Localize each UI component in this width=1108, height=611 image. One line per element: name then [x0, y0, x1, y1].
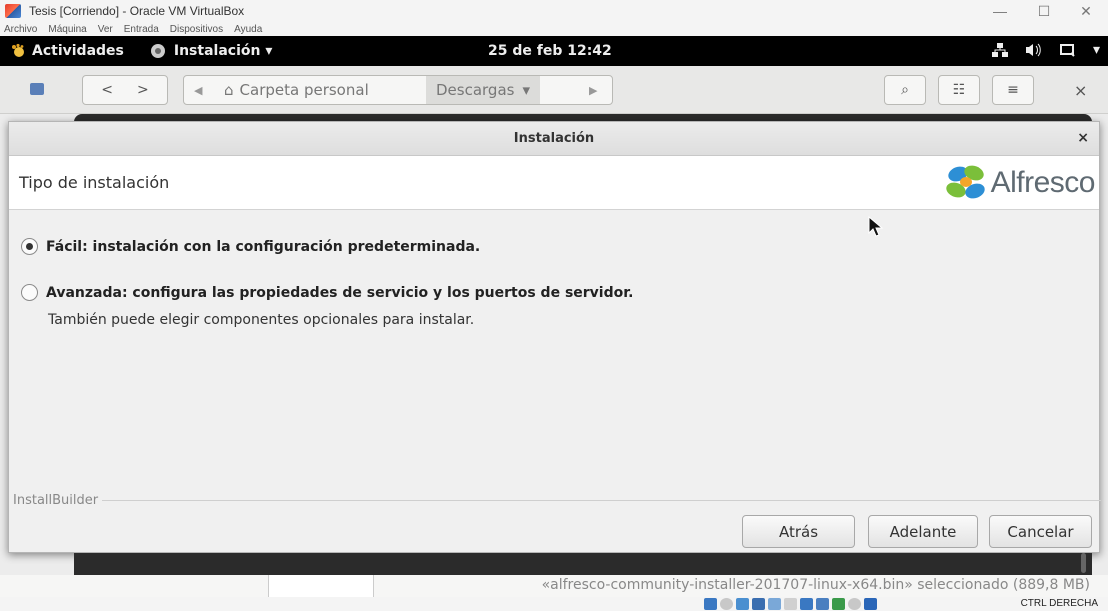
radio-selected-dot [26, 243, 33, 250]
installer-app-icon [150, 44, 165, 58]
close-window-icon[interactable]: ✕ [1066, 0, 1106, 22]
audio-icon[interactable] [736, 598, 749, 610]
virtualbox-titlebar: Tesis [Corriendo] - Oracle VM VirtualBox… [0, 0, 1108, 22]
maximize-icon[interactable]: ☐ [1024, 0, 1064, 22]
keyboard-capture-icon[interactable] [864, 598, 877, 610]
list-view-icon: ☷ [952, 82, 966, 98]
usb-icon[interactable] [768, 598, 781, 610]
virtualbox-menubar: Archivo Máquina Ver Entrada Dispositivos… [0, 22, 1108, 36]
tray-chevron-down-icon: ▾ [1092, 42, 1100, 58]
device-icons[interactable] [704, 598, 877, 610]
optical-drive-icon[interactable] [720, 598, 733, 610]
file-manager-icon [30, 83, 44, 95]
crumb-chevron-down-icon: ▾ [522, 81, 530, 99]
menu-archivo[interactable]: Archivo [4, 24, 37, 35]
display-icon[interactable] [800, 598, 813, 610]
search-button[interactable]: ⌕ [884, 75, 926, 105]
installer-dialog: Instalación × Tipo de instalación Alfres… [8, 121, 1101, 553]
page-title: Tipo de instalación [19, 173, 170, 192]
gnome-top-bar: Actividades Instalación ▾ 25 de feb 12:4… [0, 36, 1108, 66]
background-window-lower [74, 553, 1092, 575]
menu-dispositivos[interactable]: Dispositivos [170, 24, 223, 35]
path-left-icon[interactable]: ◀ [194, 84, 202, 97]
network-adapter-icon[interactable] [752, 598, 765, 610]
cancel-button[interactable]: Cancelar [989, 515, 1092, 548]
recording-icon[interactable] [816, 598, 829, 610]
forward-arrow-icon[interactable]: > [137, 82, 149, 98]
sidebar-edge [268, 575, 374, 597]
crumb-home[interactable]: ⌂ Carpeta personal [214, 75, 379, 105]
dialog-close-icon[interactable]: × [1077, 130, 1089, 146]
crumb-current[interactable]: Descargas ▾ [426, 76, 540, 104]
advanced-note: También puede elegir componentes opciona… [48, 312, 475, 328]
option-advanced[interactable]: Avanzada: configura las propiedades de s… [21, 284, 633, 301]
clock[interactable]: 25 de feb 12:42 [488, 43, 612, 59]
file-manager-toolbar: < > ◀ ⌂ Carpeta personal Descargas ▾ ▶ ⌕… [0, 66, 1108, 114]
virtualbox-statusbar: CTRL DERECHA [0, 597, 1108, 611]
activities-label: Actividades [32, 43, 124, 59]
option-advanced-label[interactable]: Avanzada: configura las propiedades de s… [46, 285, 633, 301]
alfresco-flower-icon [945, 165, 985, 199]
dialog-titlebar: Instalación × [9, 122, 1099, 156]
installbuilder-footer: InstallBuilder [9, 493, 1101, 508]
option-easy[interactable]: Fácil: instalación con la configuración … [21, 238, 480, 255]
system-tray[interactable]: ▾ [991, 42, 1100, 58]
view-toggle-button[interactable]: ☷ [938, 75, 980, 105]
footer-divider [102, 500, 1101, 501]
mouse-cursor-icon [868, 216, 884, 237]
radio-easy[interactable] [21, 238, 38, 255]
menu-maquina[interactable]: Máquina [48, 24, 86, 35]
file-manager-statusbar: «alfresco-community-installer-201707-lin… [0, 575, 1108, 597]
power-menu-icon [1059, 44, 1075, 57]
menu-ayuda[interactable]: Ayuda [234, 24, 262, 35]
host-key-label: CTRL DERECHA [1020, 598, 1098, 609]
app-menu[interactable]: Instalación ▾ [150, 43, 272, 59]
menu-entrada[interactable]: Entrada [124, 24, 159, 35]
menu-button[interactable]: ≡ [992, 75, 1034, 105]
cpu-icon[interactable] [832, 598, 845, 610]
close-x-icon[interactable]: × [1074, 81, 1087, 100]
gnome-foot-icon [12, 43, 24, 57]
search-icon: ⌕ [901, 82, 909, 98]
dialog-header: Tipo de instalación Alfresco [9, 156, 1099, 210]
next-button[interactable]: Adelante [868, 515, 978, 548]
back-arrow-icon[interactable]: < [101, 82, 113, 98]
path-right-icon[interactable]: ▶ [589, 84, 597, 97]
crumb-current-label: Descargas [436, 81, 515, 99]
hamburger-icon: ≡ [1007, 82, 1019, 98]
volume-icon [1025, 43, 1041, 57]
activities-button[interactable]: Actividades [10, 43, 124, 59]
radio-advanced[interactable] [21, 284, 38, 301]
back-button[interactable]: Atrás [742, 515, 855, 548]
network-icon [991, 43, 1008, 57]
back-forward-buttons[interactable]: < > [82, 75, 168, 105]
alfresco-wordmark: Alfresco [990, 166, 1096, 199]
shared-folder-icon[interactable] [784, 598, 797, 610]
window-title: Tesis [Corriendo] - Oracle VM VirtualBox [29, 4, 245, 18]
alfresco-logo: Alfresco [945, 164, 1096, 202]
home-icon: ⌂ [224, 81, 234, 99]
option-easy-label[interactable]: Fácil: instalación con la configuración … [46, 239, 480, 255]
scrollbar-thumb[interactable] [1081, 553, 1086, 573]
selection-status: «alfresco-community-installer-201707-lin… [541, 577, 1090, 593]
mouse-integration-icon[interactable] [848, 598, 861, 610]
dialog-body: Fácil: instalación con la configuración … [9, 210, 1099, 496]
crumb-home-label: Carpeta personal [239, 81, 369, 99]
hdd-icon[interactable] [704, 598, 717, 610]
app-menu-label: Instalación ▾ [173, 43, 273, 59]
dialog-title: Instalación [513, 131, 595, 146]
minimize-icon[interactable]: — [980, 0, 1020, 22]
virtualbox-logo-icon [5, 4, 21, 18]
installbuilder-label: InstallBuilder [13, 493, 99, 508]
menu-ver[interactable]: Ver [98, 24, 113, 35]
